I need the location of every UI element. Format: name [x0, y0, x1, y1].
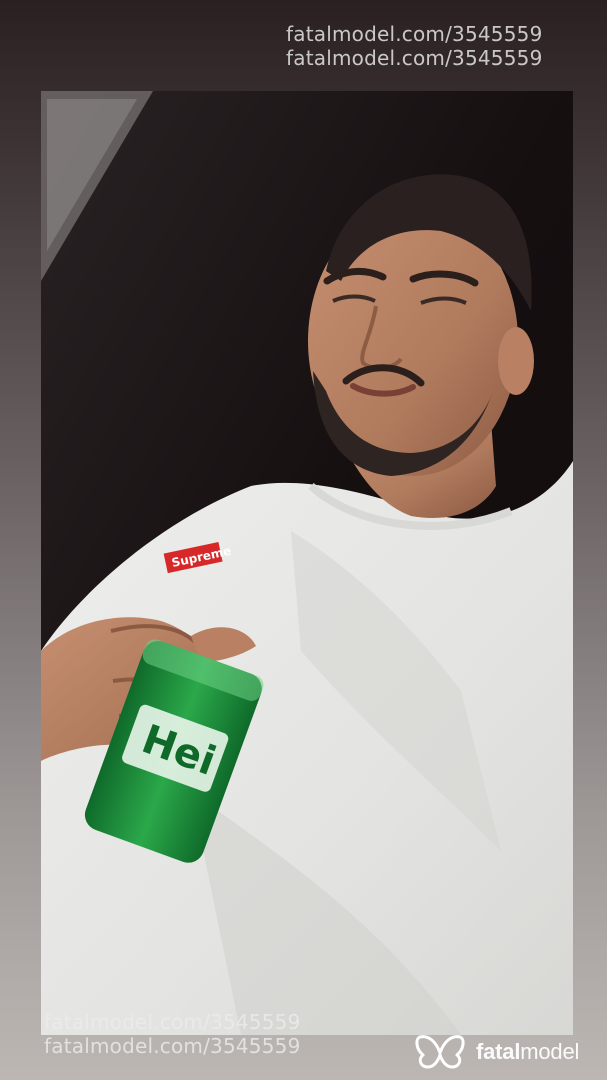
brand-model: model [520, 1039, 580, 1064]
butterfly-icon [415, 1035, 465, 1069]
watermark-bottom-2: fatalmodel.com/3545559 [44, 1034, 301, 1058]
watermark-top-1: fatalmodel.com/3545559 [286, 22, 543, 46]
selfie-photo: Hei Supreme [41, 91, 573, 1035]
fatalmodel-brand: fatalmodel [414, 1032, 579, 1072]
watermark-top-2: fatalmodel.com/3545559 [286, 46, 543, 70]
brand-name: fatalmodel [476, 1039, 579, 1065]
brand-fatal: fatal [476, 1039, 521, 1064]
watermark-bottom-1: fatalmodel.com/3545559 [44, 1010, 301, 1034]
